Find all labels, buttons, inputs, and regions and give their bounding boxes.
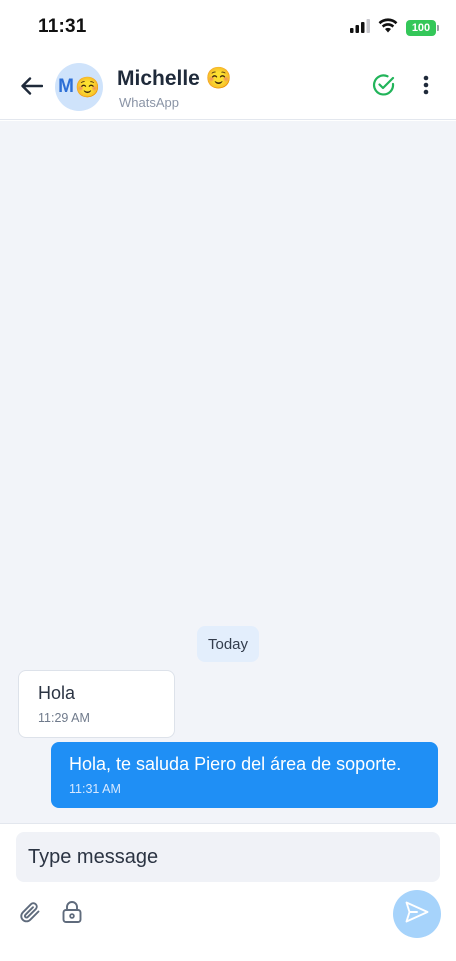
cellular-signal-icon <box>350 18 370 38</box>
battery-icon: 100 <box>406 20 439 36</box>
private-note-button[interactable] <box>58 900 86 928</box>
message-composer <box>0 823 456 961</box>
send-icon <box>405 901 429 928</box>
avatar[interactable]: M ☺️ <box>55 63 103 111</box>
date-divider: Today <box>197 626 259 662</box>
outgoing-message-bubble[interactable]: Hola, te saluda Piero del área de soport… <box>51 742 438 808</box>
channel-label: WhatsApp <box>119 95 179 110</box>
arrow-left-icon <box>21 76 44 100</box>
message-input[interactable] <box>16 832 440 882</box>
send-button[interactable] <box>393 890 441 938</box>
paperclip-icon <box>18 900 42 929</box>
message-time: 11:29 AM <box>38 711 90 725</box>
avatar-initial: M <box>58 76 74 97</box>
message-text: Hola, te saluda Piero del área de soport… <box>69 754 402 774</box>
incoming-message-bubble[interactable]: Hola 11:29 AM <box>18 670 175 738</box>
check-circle-icon <box>372 73 396 102</box>
message-time: 11:31 AM <box>69 782 121 796</box>
contact-name[interactable]: Michelle ☺️ <box>117 67 232 91</box>
resolve-button[interactable] <box>371 73 397 102</box>
lock-icon <box>61 900 83 929</box>
conversation-header: M ☺️ Michelle ☺️ WhatsApp <box>0 56 456 120</box>
more-options-button[interactable] <box>414 74 438 100</box>
avatar-emoji: ☺️ <box>74 76 100 99</box>
attach-button[interactable] <box>16 900 44 928</box>
wifi-icon <box>378 18 398 38</box>
status-bar: 11:31 100 <box>0 0 456 56</box>
back-button[interactable] <box>16 72 48 104</box>
status-time: 11:31 <box>38 16 87 37</box>
message-list[interactable]: Today Hola 11:29 AM Hola, te saluda Pier… <box>0 121 456 823</box>
status-icons: 100 <box>350 18 439 38</box>
more-vertical-icon <box>423 75 429 100</box>
message-text: Hola <box>38 683 76 703</box>
